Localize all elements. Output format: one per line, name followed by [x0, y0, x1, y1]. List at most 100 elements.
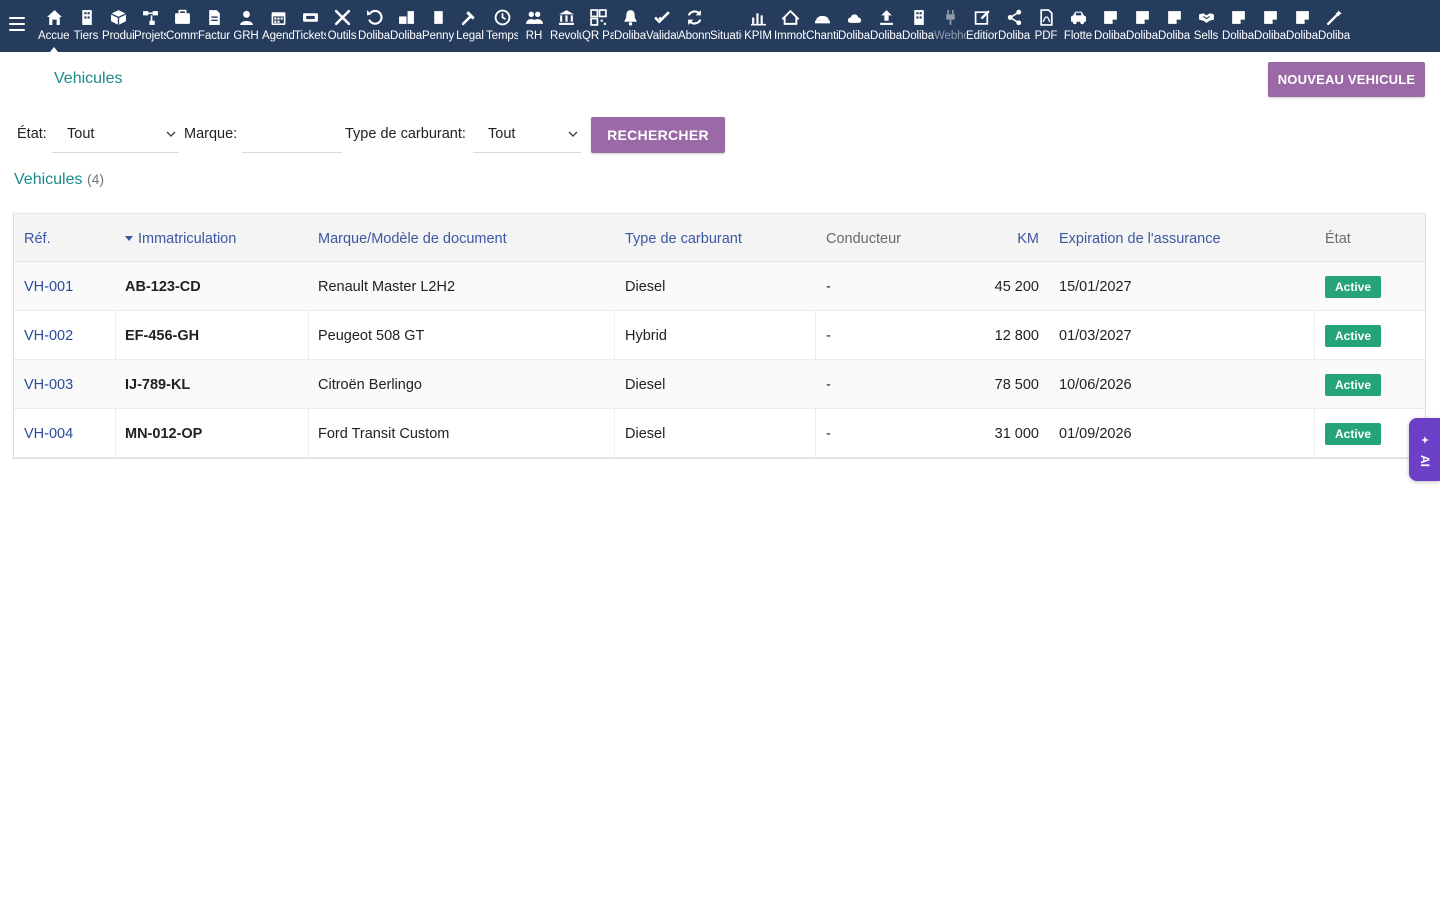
column-header-km[interactable]: KM [1017, 231, 1039, 247]
menu-item-flotte[interactable]: Flotte [1062, 0, 1094, 52]
brand-input[interactable] [242, 117, 342, 153]
menu-item-kpim[interactable]: KPIM [742, 0, 774, 52]
menu-item-legal[interactable]: Legal [454, 0, 486, 52]
briefcase-icon [174, 0, 191, 24]
menu-item-label: Edition [966, 30, 998, 42]
qrcode-icon [589, 0, 607, 26]
menu-item-label: Penny [422, 30, 454, 42]
menu-item-label: Sells [1193, 30, 1219, 42]
menu-item-tiers[interactable]: Tiers [70, 0, 102, 52]
hard-hat-icon [814, 0, 831, 24]
fuel-filter-label: Type de carburant: [345, 126, 466, 142]
new-vehicle-button[interactable]: NOUVEAU VEHICULE [1268, 62, 1425, 97]
ai-assistant-tab[interactable]: AI [1409, 418, 1440, 481]
menu-item-immobilier[interactable]: Immobilier [774, 0, 806, 52]
menu-item-label: Chantier [806, 30, 838, 42]
menu-item-label: Dolibarr [1286, 30, 1318, 42]
status-badge: Active [1325, 276, 1382, 298]
list-title-text: Vehicules [14, 171, 83, 188]
column-header-fuel[interactable]: Type de carburant [625, 231, 742, 247]
vehicle-insurance-expiry: 15/01/2027 [1059, 279, 1132, 295]
vehicle-insurance-expiry: 10/06/2026 [1059, 377, 1132, 393]
menu-item-validation[interactable]: Validation [646, 0, 678, 52]
menu-item-label: Dolibarr [998, 30, 1030, 42]
menu-item-dolibarr[interactable]: Dolibarr [1126, 0, 1158, 52]
sort-desc-icon [125, 236, 133, 241]
menu-item-produits[interactable]: Produits [102, 0, 134, 52]
state-select-value: Tout [67, 126, 95, 142]
menu-toggle-icon[interactable] [9, 17, 25, 31]
column-header-ref[interactable]: Réf. [24, 231, 51, 247]
list-count: (4) [86, 171, 105, 187]
vehicle-ref-link[interactable]: VH-001 [24, 279, 73, 295]
bookmark-icon [430, 0, 447, 24]
menu-item-label: Dolibarr [902, 30, 934, 42]
menu-item-label: Dolibarr [870, 30, 902, 42]
state-select[interactable]: Tout [52, 117, 179, 153]
note-icon [1134, 0, 1151, 24]
menu-item-temps[interactable]: Temps [486, 0, 518, 52]
menu-item-tickets[interactable]: Tickets [294, 0, 326, 52]
menu-item-dolibarr[interactable]: Dolibarr [1094, 0, 1126, 52]
fuel-type-select-value: Tout [488, 126, 516, 142]
menu-item-dolibarr[interactable]: Dolibarr [358, 0, 390, 52]
menu-item-edition[interactable]: Edition [966, 0, 998, 52]
vehicle-insurance-expiry: 01/09/2026 [1059, 426, 1132, 442]
menu-item-dolibarr[interactable]: Dolibarr [838, 0, 870, 52]
menu-item-sells[interactable]: Sells [1190, 0, 1222, 52]
menu-item-revolut[interactable]: Revolut [550, 0, 582, 52]
menu-item-dolibarr[interactable]: Dolibarr [1254, 0, 1286, 52]
menu-item-pdf[interactable]: PDF [1030, 0, 1062, 52]
vehicle-ref-link[interactable]: VH-002 [24, 328, 73, 344]
undo-icon [366, 0, 383, 25]
column-header-plate[interactable]: Immatriculation [125, 231, 236, 247]
home-icon [46, 0, 63, 25]
menu-item-dolibarr[interactable]: Dolibarr [1158, 0, 1190, 52]
menu-item-agenda[interactable]: Agenda [262, 0, 294, 52]
menu-item-outils[interactable]: Outils [326, 0, 358, 52]
ticket-icon [302, 0, 319, 24]
menu-item-dolibarr[interactable]: Dolibarr [1318, 0, 1350, 52]
menu-item-rh[interactable]: RH [518, 0, 550, 52]
menu-item-label: Immobilier [774, 30, 806, 42]
menu-item-dolibarr[interactable]: Dolibarr [902, 0, 934, 52]
vehicle-model: Ford Transit Custom [318, 426, 450, 442]
menu-item-situation[interactable]: Situation [710, 0, 742, 52]
menu-item-grh[interactable]: GRH [230, 0, 262, 52]
vehicle-model: Renault Master L2H2 [318, 279, 456, 295]
menu-item-label: Dolibarr [358, 30, 390, 42]
menu-item-abonnements[interactable]: Abonnements [678, 0, 710, 52]
fuel-type-select[interactable]: Tout [473, 117, 581, 153]
menu-item-dolibarr[interactable]: Dolibarr [614, 0, 646, 52]
menu-item-label: Tickets [294, 30, 326, 42]
search-button[interactable]: RECHERCHER [591, 117, 725, 153]
menu-item-projets[interactable]: Projets [134, 0, 166, 52]
column-header-plate-label: Immatriculation [138, 231, 237, 247]
menu-item-penny[interactable]: Penny [422, 0, 454, 52]
menu-item-label: Webhooks [934, 30, 966, 42]
menu-item-dolibarr[interactable]: Dolibarr [1286, 0, 1318, 52]
state-filter-label: État: [17, 126, 47, 142]
menu-item-label: GRH [233, 30, 259, 42]
vehicle-plate: AB-123-CD [125, 279, 201, 295]
menu-item-dolibarr[interactable]: Dolibarr [1222, 0, 1254, 52]
column-header-model[interactable]: Marque/Modèle de document [318, 231, 507, 247]
menu-item-dolibarr[interactable]: Dolibarr [390, 0, 422, 52]
menu-item-chantier[interactable]: Chantier [806, 0, 838, 52]
sync-icon [686, 0, 703, 25]
menu-item-dolibarr[interactable]: Dolibarr [998, 0, 1030, 52]
menu-item-webhooks[interactable]: Webhooks [934, 0, 966, 52]
vehicle-ref-link[interactable]: VH-003 [24, 377, 73, 393]
menu-item-accueil[interactable]: Accueil [38, 0, 70, 52]
menu-item-qr-pay[interactable]: QR Pay [582, 0, 614, 52]
menu-item-commerce[interactable]: Commerce [166, 0, 198, 52]
list-title: Vehicules (4) [14, 171, 104, 189]
vehicle-driver: - [826, 328, 831, 344]
menu-item-facturation[interactable]: Facturation [198, 0, 230, 52]
menu-item-dolibarr[interactable]: Dolibarr [870, 0, 902, 52]
menu-item-label: PDF [1034, 30, 1058, 42]
vehicle-km: 45 200 [994, 279, 1039, 295]
vehicles-table: Réf. Immatriculation Marque/Modèle de do… [13, 213, 1426, 459]
vehicle-ref-link[interactable]: VH-004 [24, 426, 73, 442]
column-header-insurance[interactable]: Expiration de l'assurance [1059, 231, 1221, 247]
